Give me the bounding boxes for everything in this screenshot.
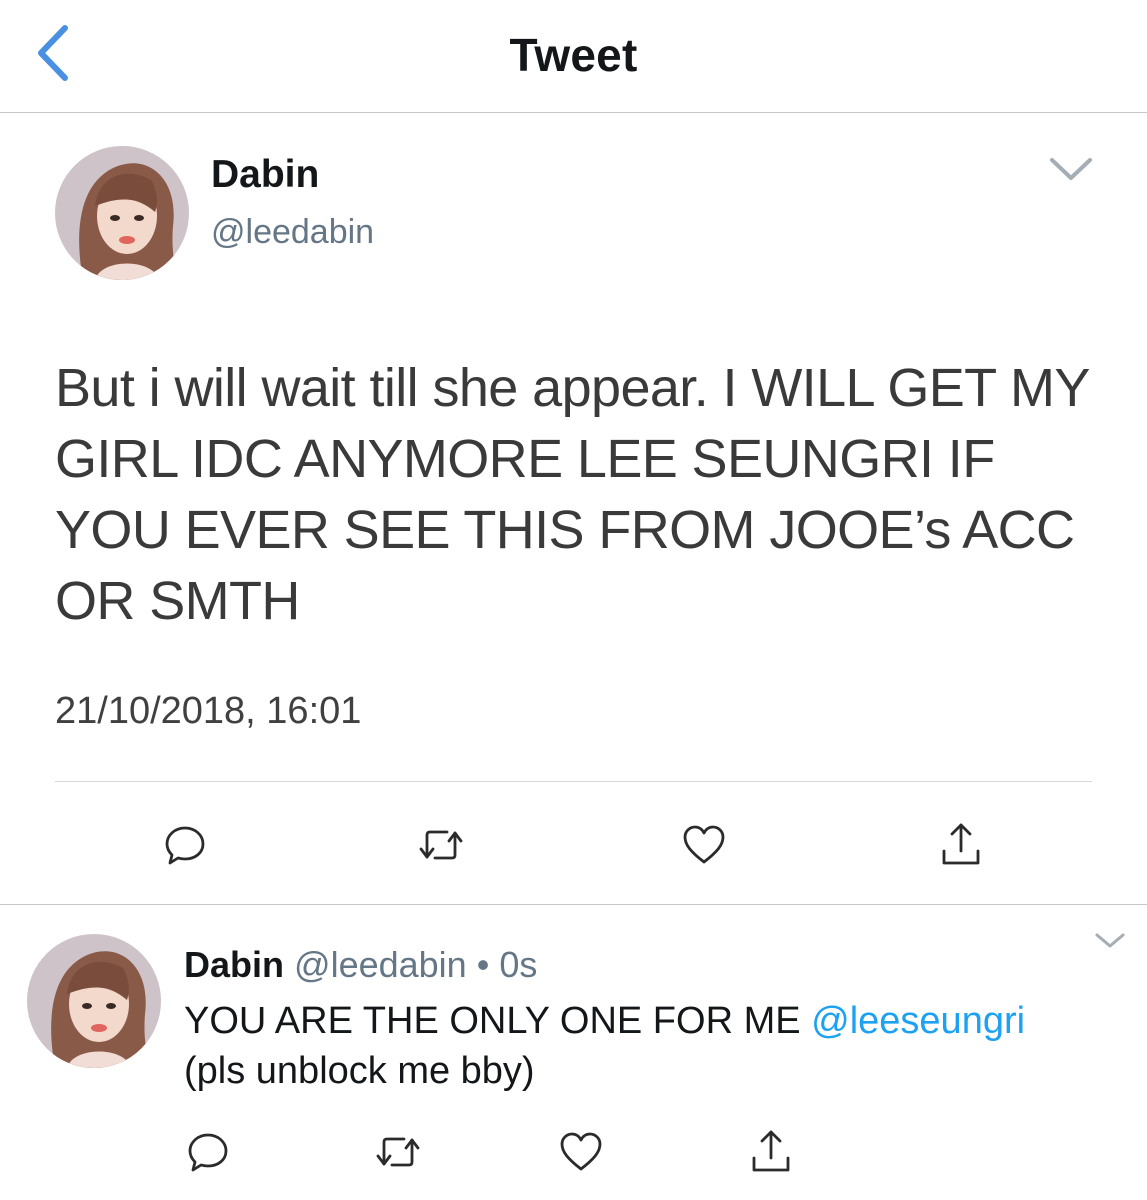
author-handle[interactable]: @leedabin [211,213,374,252]
reply-button[interactable] [180,1124,236,1180]
author-name[interactable]: Dabin [184,944,284,985]
reply-tweet[interactable]: Dabin @leedabin • 0s YOU ARE THE ONLY ON… [0,906,1147,1200]
reply-icon [165,826,205,865]
like-icon [560,1132,602,1171]
reply-button[interactable] [157,817,213,873]
retweet-icon [376,1137,420,1167]
meta-separator: • [476,944,490,985]
avatar[interactable] [55,146,189,280]
reply-icon [188,1133,228,1172]
reply-header: Dabin @leedabin • 0s [184,944,537,986]
tweet-text: But i will wait till she appear. I WILL … [55,358,1089,631]
chevron-down-icon [1095,933,1125,948]
author-handle[interactable]: @leedabin [294,944,467,985]
divider [55,781,1092,782]
share-icon [752,1130,790,1172]
like-button[interactable] [553,1124,609,1180]
share-button[interactable] [743,1124,799,1180]
tweet-time-ago: 0s [499,944,538,985]
tweet-text: YOU ARE THE ONLY ONE FOR ME @leeseungri (… [184,996,1134,1096]
retweet-button[interactable] [413,817,469,873]
tweet-options-button[interactable] [1090,928,1130,954]
tweet-options-button[interactable] [1046,151,1096,187]
page-title: Tweet [509,29,638,81]
author-name[interactable]: Dabin [211,153,319,197]
navigation-bar: Tweet [0,0,1147,113]
like-icon [683,825,725,864]
share-button[interactable] [933,817,989,873]
tweet-text-part: YOU ARE THE ONLY ONE FOR ME [184,1000,812,1042]
retweet-icon [419,830,463,860]
avatar[interactable] [27,934,161,1068]
mention-link[interactable]: @leeseungri [811,1000,1025,1042]
main-tweet: Dabin @leedabin But i will wait till she… [0,113,1147,905]
chevron-down-icon [1050,158,1092,180]
retweet-button[interactable] [370,1124,426,1180]
like-button[interactable] [676,817,732,873]
tweet-text-part: (pls unblock me bby) [184,1050,535,1092]
share-icon [942,823,980,865]
tweet-timestamp: 21/10/2018, 16:01 [55,690,362,732]
